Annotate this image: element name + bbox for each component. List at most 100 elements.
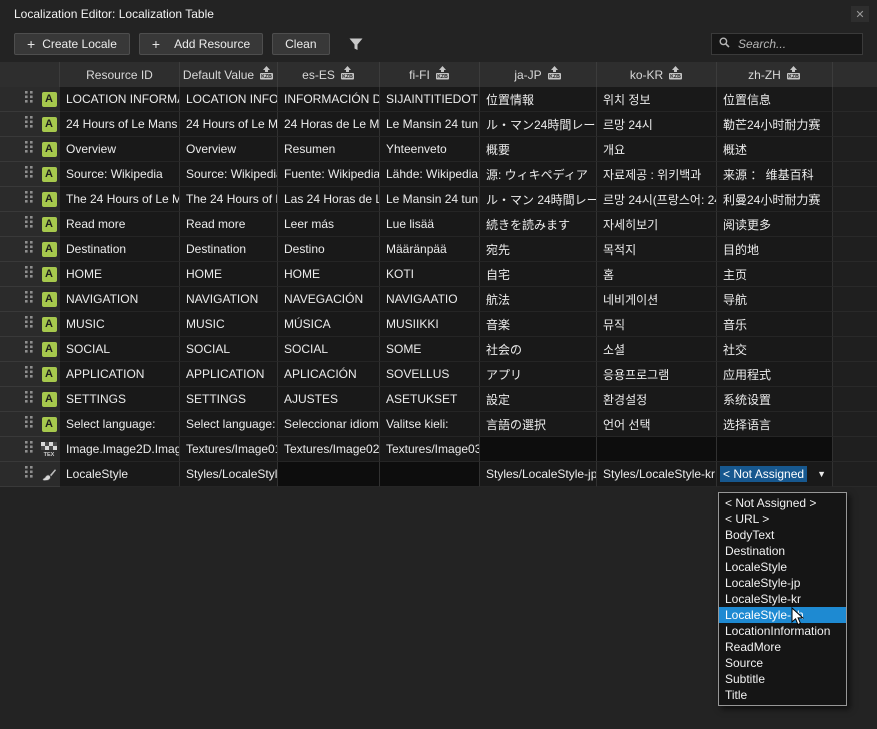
cell-default_value[interactable]: Overview xyxy=(180,137,278,162)
row-drag-handle[interactable] xyxy=(0,287,38,312)
cell-es_es[interactable]: Las 24 Horas de Le Mans xyxy=(278,187,380,212)
cell-resource_id[interactable]: Select language: xyxy=(60,412,180,437)
row-drag-handle[interactable] xyxy=(0,312,38,337)
row-drag-handle[interactable] xyxy=(0,112,38,137)
cell-ko_kr[interactable]: 응용프로그램 xyxy=(597,362,717,387)
cell-resource_id[interactable]: NAVIGATION xyxy=(60,287,180,312)
cell-fi_fi[interactable]: Le Mansin 24 tunnin ajo xyxy=(380,187,480,212)
cell-ja_jp[interactable]: ル・マン24時間レース xyxy=(480,112,597,137)
create-locale-button[interactable]: + Create Locale xyxy=(14,33,130,55)
dropdown-item[interactable]: Destination xyxy=(719,543,846,559)
dropdown-item[interactable]: LocationInformation xyxy=(719,623,846,639)
cell-default_value[interactable]: LOCATION INFORMATION xyxy=(180,87,278,112)
cell-ja_jp[interactable]: 概要 xyxy=(480,137,597,162)
dropdown-item[interactable]: < Not Assigned > xyxy=(719,495,846,511)
cell-zh_zh[interactable]: 音乐 xyxy=(717,312,833,337)
resource-combo-cell[interactable]: < Not Assigned▼ xyxy=(717,462,833,487)
cell-ko_kr[interactable]: 네비게이션 xyxy=(597,287,717,312)
row-drag-handle[interactable] xyxy=(0,412,38,437)
row-drag-handle[interactable] xyxy=(0,437,38,462)
cell-resource_id[interactable]: LocaleStyle xyxy=(60,462,180,487)
row-drag-handle[interactable] xyxy=(0,162,38,187)
cell-default_value[interactable]: Source: Wikipedia xyxy=(180,162,278,187)
cell-ja_jp[interactable]: 言語の選択 xyxy=(480,412,597,437)
cell-default_value[interactable]: SETTINGS xyxy=(180,387,278,412)
cell-ja_jp[interactable]: 自宅 xyxy=(480,262,597,287)
dropdown-item[interactable]: Source xyxy=(719,655,846,671)
cell-resource_id[interactable]: HOME xyxy=(60,262,180,287)
dropdown-item[interactable]: LocaleStyle-kr xyxy=(719,591,846,607)
cell-ja_jp[interactable]: 続きを読みます xyxy=(480,212,597,237)
cell-fi_fi[interactable]: Valitse kieli: xyxy=(380,412,480,437)
cell-ja_jp[interactable]: Styles/LocaleStyle-jp xyxy=(480,462,597,487)
cell-ko_kr[interactable]: 자료제공 : 위키백과 xyxy=(597,162,717,187)
cell-zh_zh[interactable]: 概述 xyxy=(717,137,833,162)
row-drag-handle[interactable] xyxy=(0,387,38,412)
search-input[interactable] xyxy=(736,36,855,52)
cell-default_value[interactable]: NAVIGATION xyxy=(180,287,278,312)
cell-ja_jp[interactable]: 音楽 xyxy=(480,312,597,337)
cell-default_value[interactable]: APPLICATION xyxy=(180,362,278,387)
cell-resource_id[interactable]: MUSIC xyxy=(60,312,180,337)
cell-es_es[interactable]: 24 Horas de Le Mans xyxy=(278,112,380,137)
cell-ja_jp[interactable]: 航法 xyxy=(480,287,597,312)
cell-ko_kr[interactable]: 환경설정 xyxy=(597,387,717,412)
dropdown-item[interactable]: BodyText xyxy=(719,527,846,543)
cell-ko_kr[interactable]: 언어 선택 xyxy=(597,412,717,437)
cell-fi_fi[interactable]: KOTI xyxy=(380,262,480,287)
cell-default_value[interactable]: Styles/LocaleStyle xyxy=(180,462,278,487)
cell-es_es[interactable]: Resumen xyxy=(278,137,380,162)
cell-resource_id[interactable]: Source: Wikipedia xyxy=(60,162,180,187)
cell-fi_fi[interactable]: MUSIIKKI xyxy=(380,312,480,337)
cell-zh_zh[interactable]: 系统设置 xyxy=(717,387,833,412)
dropdown-item[interactable]: Subtitle xyxy=(719,671,846,687)
cell-ko_kr[interactable]: 르망 24시 xyxy=(597,112,717,137)
row-drag-handle[interactable] xyxy=(0,212,38,237)
cell-default_value[interactable]: SOCIAL xyxy=(180,337,278,362)
cell-es_es[interactable]: AJUSTES xyxy=(278,387,380,412)
cell-ja_jp[interactable]: ル・マン 24時間レース（ xyxy=(480,187,597,212)
cell-es_es[interactable] xyxy=(278,462,380,487)
dropdown-item[interactable]: < URL > xyxy=(719,511,846,527)
cell-ko_kr[interactable]: 홈 xyxy=(597,262,717,287)
cell-fi_fi[interactable]: SOME xyxy=(380,337,480,362)
cell-fi_fi[interactable]: ASETUKSET xyxy=(380,387,480,412)
cell-ko_kr[interactable]: 뮤직 xyxy=(597,312,717,337)
cell-fi_fi[interactable]: SIJAINTITIEDOT xyxy=(380,87,480,112)
add-resource-button[interactable]: + Add Resource xyxy=(139,33,263,55)
cell-es_es[interactable]: INFORMACIÓN DE UBICACIÓN xyxy=(278,87,380,112)
filter-icon[interactable] xyxy=(349,38,363,51)
cell-default_value[interactable]: Read more xyxy=(180,212,278,237)
dropdown-item[interactable]: ReadMore xyxy=(719,639,846,655)
cell-ja_jp[interactable] xyxy=(480,437,597,462)
cell-es_es[interactable]: Textures/Image02 xyxy=(278,437,380,462)
column-header-resource_id[interactable]: Resource ID xyxy=(60,62,180,87)
column-header-fi_fi[interactable]: fi-FIKZB xyxy=(380,62,480,87)
cell-fi_fi[interactable]: SOVELLUS xyxy=(380,362,480,387)
cell-default_value[interactable]: Select language: xyxy=(180,412,278,437)
cell-zh_zh[interactable]: 位置信息 xyxy=(717,87,833,112)
cell-default_value[interactable]: Destination xyxy=(180,237,278,262)
cell-es_es[interactable]: NAVEGACIÓN xyxy=(278,287,380,312)
cell-resource_id[interactable]: LOCATION INFORMATION xyxy=(60,87,180,112)
cell-zh_zh[interactable]: 阅读更多 xyxy=(717,212,833,237)
cell-zh_zh[interactable]: 社交 xyxy=(717,337,833,362)
cell-zh_zh[interactable]: 利曼24小时耐力赛 xyxy=(717,187,833,212)
cell-default_value[interactable]: MUSIC xyxy=(180,312,278,337)
cell-ja_jp[interactable]: 社会の xyxy=(480,337,597,362)
cell-resource_id[interactable]: Read more xyxy=(60,212,180,237)
cell-es_es[interactable]: Leer más xyxy=(278,212,380,237)
dropdown-item[interactable]: LocaleStyle-jp xyxy=(719,575,846,591)
cell-ko_kr[interactable]: 위치 정보 xyxy=(597,87,717,112)
dropdown-item[interactable]: LocaleStyle-zh xyxy=(719,607,846,623)
cell-fi_fi[interactable]: Määränpää xyxy=(380,237,480,262)
row-drag-handle[interactable] xyxy=(0,87,38,112)
cell-ko_kr[interactable]: 목적지 xyxy=(597,237,717,262)
cell-resource_id[interactable]: SETTINGS xyxy=(60,387,180,412)
row-drag-handle[interactable] xyxy=(0,262,38,287)
dropdown-item[interactable]: LocaleStyle xyxy=(719,559,846,575)
dropdown-item[interactable]: Title xyxy=(719,687,846,703)
cell-default_value[interactable]: 24 Hours of Le Mans xyxy=(180,112,278,137)
cell-resource_id[interactable]: APPLICATION xyxy=(60,362,180,387)
cell-resource_id[interactable]: The 24 Hours of Le Mans xyxy=(60,187,180,212)
